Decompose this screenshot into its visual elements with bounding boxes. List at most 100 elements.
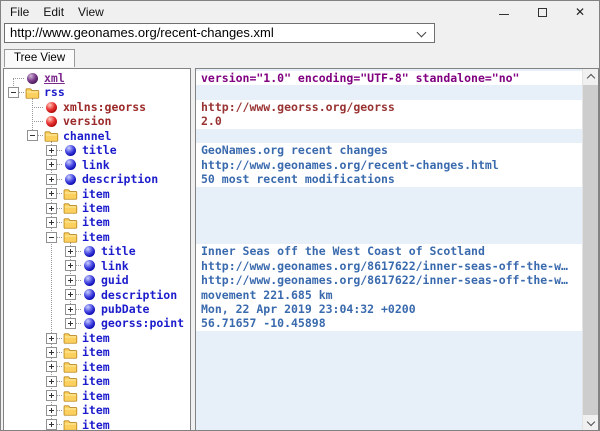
tree-node-item[interactable]: item [4, 403, 190, 417]
expand-plus-icon[interactable] [65, 275, 76, 286]
vertical-scrollbar[interactable] [582, 69, 598, 431]
url-combobox[interactable]: http://www.geonames.org/recent-changes.x… [4, 23, 435, 43]
tree-node-description[interactable]: description [4, 288, 190, 302]
expand-plus-icon[interactable] [65, 260, 76, 271]
value-row-empty [196, 360, 583, 374]
expand-plus-icon[interactable] [65, 304, 76, 315]
expand-plus-icon[interactable] [46, 159, 57, 170]
folder-icon [62, 389, 78, 402]
collapse-minus-icon[interactable] [27, 130, 38, 141]
expand-plus-icon[interactable] [46, 361, 57, 372]
tree-node-item[interactable]: item [4, 374, 190, 388]
xml-tree-panel[interactable]: xmlrssxmlns:georssversionchanneltitlelin… [3, 68, 191, 431]
tree-node-label: guid [99, 273, 131, 287]
tree-node-item[interactable]: item [4, 230, 190, 244]
folder-icon [62, 187, 78, 200]
tree-connector [76, 289, 81, 300]
tree-node-label: item [80, 201, 112, 215]
expand-plus-icon[interactable] [46, 333, 57, 344]
tab-tree-view[interactable]: Tree View [4, 49, 75, 67]
tree-connector [57, 203, 62, 214]
expand-plus-icon[interactable] [46, 390, 57, 401]
close-button[interactable]: ✕ [561, 1, 599, 23]
tree-node-item[interactable]: item [4, 389, 190, 403]
tree-connector [38, 130, 43, 141]
content-area: xmlrssxmlns:georssversionchanneltitlelin… [1, 68, 599, 431]
tree-connector [57, 159, 62, 170]
tree-node-label: title [99, 244, 138, 258]
value-row: http://www.geonames.org/recent-changes.h… [196, 158, 583, 172]
tree-node-guid[interactable]: guid [4, 273, 190, 287]
value-row-empty [196, 331, 583, 345]
expand-plus-icon[interactable] [46, 376, 57, 387]
tree-connector [76, 260, 81, 271]
element-icon [81, 317, 97, 330]
expand-plus-icon[interactable] [46, 419, 57, 430]
tree-node-label: item [80, 331, 112, 345]
expand-plus-icon[interactable] [46, 217, 57, 228]
expand-plus-icon[interactable] [46, 174, 57, 185]
minimize-button[interactable] [485, 1, 523, 23]
element-icon [81, 259, 97, 272]
expand-plus-icon[interactable] [46, 188, 57, 199]
scroll-down-button[interactable] [583, 416, 598, 431]
expand-plus-icon[interactable] [65, 318, 76, 329]
expand-plus-icon[interactable] [65, 289, 76, 300]
expand-plus-icon[interactable] [46, 145, 57, 156]
value-row: http://www.geonames.org/8617622/inner-se… [196, 273, 583, 287]
folder-icon [62, 360, 78, 373]
value-row: version="1.0" encoding="UTF-8" standalon… [196, 71, 583, 85]
tree-node-label: item [80, 360, 112, 374]
element-icon [81, 288, 97, 301]
tree-node-xmlns-georss[interactable]: xmlns:georss [4, 100, 190, 114]
expand-plus-icon[interactable] [46, 347, 57, 358]
expand-plus-icon[interactable] [46, 405, 57, 416]
tree-node-link[interactable]: link [4, 158, 190, 172]
tree-node-label: version [61, 114, 113, 128]
collapse-minus-icon[interactable] [46, 232, 57, 243]
menu-bar: FileEditView [1, 1, 111, 23]
expand-plus-icon[interactable] [46, 203, 57, 214]
chevron-down-icon [586, 418, 594, 426]
tree-node-item[interactable]: item [4, 331, 190, 345]
tree-node-description[interactable]: description [4, 172, 190, 186]
value-row: http://www.georss.org/georss [196, 100, 583, 114]
tree-node-channel[interactable]: channel [4, 129, 190, 143]
tree-node-item[interactable]: item [4, 215, 190, 229]
tree-node-title[interactable]: title [4, 244, 190, 258]
tree-node-item[interactable]: item [4, 201, 190, 215]
scrollbar-thumb[interactable] [583, 85, 598, 415]
tree-node-label: item [80, 374, 112, 388]
collapse-minus-icon[interactable] [8, 87, 19, 98]
tree-node-version[interactable]: version [4, 114, 190, 128]
declaration-icon [24, 72, 40, 85]
tree-node-link[interactable]: link [4, 259, 190, 273]
tree-node-title[interactable]: title [4, 143, 190, 157]
value-row: 50 most recent modifications [196, 172, 583, 186]
tree-node-georss-point[interactable]: georss:point [4, 316, 190, 330]
folder-icon [62, 202, 78, 215]
maximize-button[interactable] [523, 1, 561, 23]
tree-node-item[interactable]: item [4, 360, 190, 374]
menu-file[interactable]: File [3, 2, 36, 22]
tree-connector [57, 405, 62, 416]
value-row-empty [196, 418, 583, 431]
expand-plus-icon[interactable] [65, 246, 76, 257]
tree-node-rss[interactable]: rss [4, 85, 190, 99]
chevron-down-icon[interactable] [417, 28, 427, 38]
tree-connector [57, 333, 62, 344]
tree-node-xml[interactable]: xml [4, 71, 190, 85]
tree-connector [57, 145, 62, 156]
tree-node-label: item [80, 418, 112, 431]
tree-node-item[interactable]: item [4, 345, 190, 359]
folder-icon [62, 346, 78, 359]
tree-connector [38, 116, 43, 127]
menu-view[interactable]: View [71, 2, 111, 22]
scroll-up-button[interactable] [583, 69, 598, 84]
tree-node-pubDate[interactable]: pubDate [4, 302, 190, 316]
value-row: http://www.geonames.org/8617622/inner-se… [196, 259, 583, 273]
tree-connector [57, 347, 62, 358]
tree-node-item[interactable]: item [4, 418, 190, 431]
tree-node-item[interactable]: item [4, 187, 190, 201]
menu-edit[interactable]: Edit [36, 2, 71, 22]
